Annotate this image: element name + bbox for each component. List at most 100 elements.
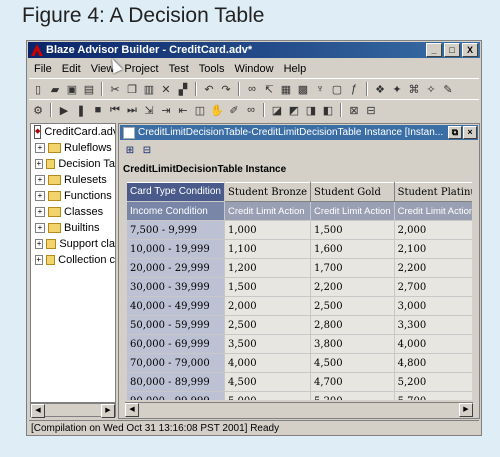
expand-icon[interactable]: + [35,143,45,153]
income-cell[interactable]: 40,000 - 49,999 [127,296,225,316]
value-cell[interactable]: 3,300 [394,315,472,335]
income-cell[interactable]: 80,000 - 89,999 [127,372,225,392]
tree-root[interactable]: ◆ CreditCard.adv [31,124,115,140]
rules-icon[interactable]: ❖ [373,82,387,96]
value-cell[interactable]: 1,500 [224,277,312,297]
hand-icon[interactable]: ✋ [210,103,224,117]
function-icon[interactable]: ƒ [347,82,361,96]
value-cell[interactable]: 2,100 [394,239,472,259]
menu-project[interactable]: Project [119,63,163,75]
save-all-icon[interactable]: ▤ [82,82,96,96]
cut-icon[interactable]: ✂ [108,82,122,96]
glasses-icon[interactable]: ∞ [244,103,258,117]
value-cell[interactable]: 1,500 [310,220,395,240]
income-cell[interactable]: 70,000 - 79,000 [127,353,225,373]
expand-icon[interactable]: + [35,159,43,169]
value-cell[interactable]: 4,800 [394,353,472,373]
new-file-icon[interactable]: ▯ [31,82,45,96]
clear-icon[interactable]: ⊠ [347,103,361,117]
value-cell[interactable]: 5,700 [394,391,472,400]
run-icon[interactable]: ▶ [57,103,71,117]
value-cell[interactable]: 1,700 [310,258,395,278]
column-header[interactable]: Student Platinum [393,182,472,202]
open-folder-icon[interactable]: ▰ [48,82,62,96]
tree-item-builtins[interactable]: + Builtins [31,220,115,236]
close-button[interactable]: X [462,43,478,57]
step-forward-icon[interactable]: ⏭ [125,103,139,117]
insert-column-icon[interactable]: ⊟ [140,143,154,157]
value-cell[interactable]: 2,200 [310,277,395,297]
value-cell[interactable]: 1,100 [224,239,312,259]
redo-icon[interactable]: ↷ [219,82,233,96]
trace-icon[interactable]: ◨ [304,103,318,117]
window-icon[interactable]: ⊟ [364,103,378,117]
value-cell[interactable]: 3,800 [310,334,395,354]
tree-item-classes[interactable]: + Classes [31,204,115,220]
decision-icon[interactable]: ✧ [424,82,438,96]
value-cell[interactable]: 2,500 [310,296,395,316]
paste-icon[interactable]: ▥ [142,82,156,96]
value-cell[interactable]: 5,200 [310,391,395,400]
value-cell[interactable]: 2,500 [224,315,312,335]
menu-edit[interactable]: Edit [57,63,86,75]
income-cell[interactable]: 60,000 - 69,999 [127,334,225,354]
breakpoints-list-icon[interactable]: ◩ [287,103,301,117]
scroll-left-icon[interactable]: ◀ [31,404,45,418]
value-cell[interactable]: 4,000 [394,334,472,354]
step-back-icon[interactable]: ⏮ [108,103,122,117]
value-cell[interactable]: 4,700 [310,372,395,392]
value-cell[interactable]: 1,200 [224,258,312,278]
insert-row-icon[interactable]: ⊞ [123,143,137,157]
menu-window[interactable]: Window [229,63,278,75]
tree-icon[interactable]: ♆ [313,82,327,96]
breakpoint-icon[interactable]: ◪ [270,103,284,117]
compile-icon[interactable]: ✎ [441,82,455,96]
income-cell[interactable]: 30,000 - 39,999 [127,277,225,297]
menu-tools[interactable]: Tools [194,63,230,75]
tree-item-decision-tables[interactable]: + Decision Ta [31,156,115,172]
value-cell[interactable]: 4,500 [224,372,312,392]
value-cell[interactable]: 2,700 [394,277,472,297]
expand-icon[interactable]: + [35,223,45,233]
column-header[interactable]: Student Bronze [223,182,312,202]
step-out-icon[interactable]: ⇤ [176,103,190,117]
expand-icon[interactable]: + [35,175,45,185]
tree-item-functions[interactable]: + Functions [31,188,115,204]
maximize-button[interactable]: □ [444,43,460,57]
undo-icon[interactable]: ↶ [202,82,216,96]
expand-icon[interactable]: + [35,207,45,217]
value-cell[interactable]: 5,000 [224,391,312,400]
income-cell[interactable]: 50,000 - 59,999 [127,315,225,335]
grid-icon[interactable]: ▩ [296,82,310,96]
tree-item-support-classes[interactable]: + Support cla [31,236,115,252]
action-header[interactable]: Credit Limit Action [310,201,395,221]
income-condition-header[interactable]: Income Condition [127,201,225,221]
action-header[interactable]: Credit Limit Action [394,201,472,221]
scroll-right-icon[interactable]: ▶ [459,403,473,417]
title-bar[interactable]: Blaze Advisor Builder - CreditCard.adv* … [28,42,480,58]
tree-item-collections[interactable]: + Collection c [31,252,115,268]
navigate-icon[interactable]: ↸ [262,82,276,96]
inspect-icon[interactable]: ◧ [321,103,335,117]
value-cell[interactable]: 2,000 [394,220,472,240]
income-cell[interactable]: 10,000 - 19,999 [127,239,225,259]
card-type-condition-header[interactable]: Card Type Condition [127,182,225,202]
table-icon[interactable]: ▦ [279,82,293,96]
value-cell[interactable]: 1,000 [224,220,312,240]
stop-icon[interactable]: ■ [91,103,105,117]
binoculars-icon[interactable]: ∞ [245,82,259,96]
menu-test[interactable]: Test [164,63,194,75]
menu-help[interactable]: Help [279,63,312,75]
expand-icon[interactable]: + [35,191,45,201]
find-icon[interactable]: ▞ [176,82,190,96]
menu-file[interactable]: File [29,63,57,75]
value-cell[interactable]: 4,500 [310,353,395,373]
class-icon[interactable]: ▢ [330,82,344,96]
inner-title-bar[interactable]: CreditLimitDecisionTable-CreditLimitDeci… [120,125,478,140]
income-cell[interactable]: 20,000 - 29,999 [127,258,225,278]
step-over-icon[interactable]: ⇥ [159,103,173,117]
ruleflow-icon[interactable]: ⌘ [407,82,421,96]
save-icon[interactable]: ▣ [65,82,79,96]
watch-icon[interactable]: ◫ [193,103,207,117]
tree-item-ruleflows[interactable]: + Ruleflows [31,140,115,156]
